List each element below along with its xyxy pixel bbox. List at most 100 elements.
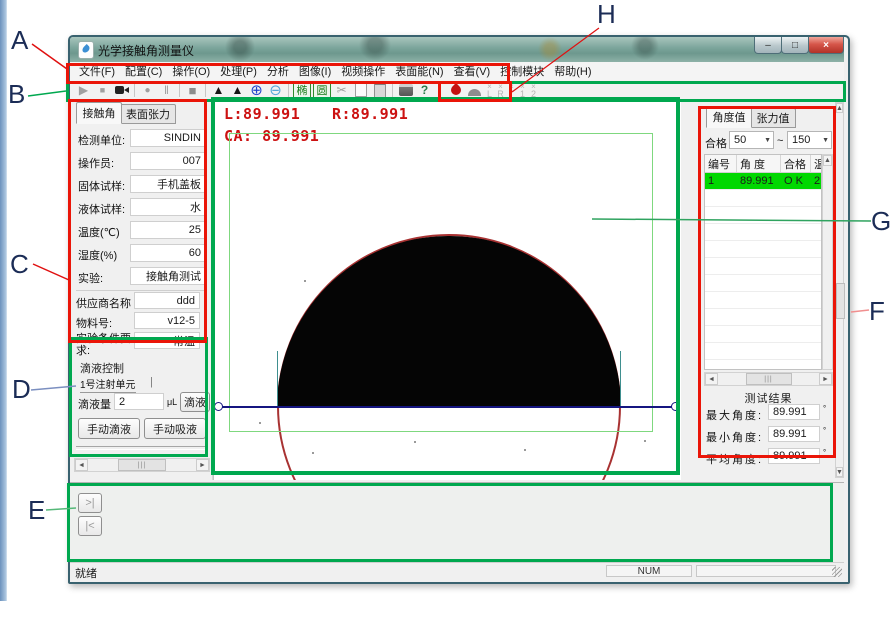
menu-operate[interactable]: 操作(O) [167,63,215,79]
field-label: 湿度(%) [78,247,117,263]
to-start-button[interactable]: |< [78,516,102,536]
pass-min-select[interactable]: 50 ▼ [729,131,774,149]
play-icon[interactable]: ▶ [74,82,93,99]
circle-fit-tool[interactable]: 圆 [313,81,331,99]
angle-left-tool-icon[interactable]: ×L [484,83,495,98]
menu-help[interactable]: 帮助(H) [549,63,596,79]
tab-injection-unit-1[interactable]: 1号注射单元 [80,376,136,393]
table-hscrollbar[interactable]: ◄ ||| ► [704,372,833,386]
scroll-up-icon[interactable]: ▲ [823,155,832,166]
menu-config[interactable]: 配置(C) [120,63,167,79]
angle-tool-2-icon[interactable]: ×2 [528,83,539,98]
desktop-edge-strip [0,0,7,601]
supplier-field[interactable]: ddd [134,292,200,309]
pass-range-label: 合格 [705,135,727,151]
scroll-down-icon[interactable]: ▼ [836,467,843,477]
menu-analysis[interactable]: 分析 [262,63,294,79]
angle-right-tool-icon[interactable]: ×R [495,83,506,98]
bottom-log-panel: >| |< [70,482,844,563]
angle-table[interactable]: 编号 角 度 合格 温 1 89.991 O K 2 [704,154,822,370]
manual-suck-button[interactable]: 手动吸液 [144,418,206,439]
baseline-handle-left[interactable] [214,402,223,411]
close-button[interactable]: × [808,37,844,54]
pause-icon[interactable]: ‖ [157,82,176,99]
copy-icon[interactable] [351,82,370,99]
drop-shape-alt-icon[interactable]: ▲ [228,82,247,99]
camera-icon[interactable] [112,82,131,99]
drop-shape-icon[interactable]: ▲ [209,82,228,99]
maximize-button[interactable]: □ [781,37,809,54]
tab-surface-tension[interactable]: 表面张力 [120,104,176,124]
toolbar-separator [134,83,135,97]
cut-icon[interactable]: ✂ [332,82,351,99]
zoom-out-icon[interactable]: ⊖ [266,82,285,99]
drop-button[interactable]: 滴液 [180,392,210,412]
menu-view[interactable]: 查看(V) [449,63,496,79]
scroll-thumb[interactable]: ||| [746,373,792,385]
scroll-left-icon[interactable]: ◄ [75,459,88,471]
liquid-sample-field[interactable]: 水 [130,198,206,216]
menu-surface-energy[interactable]: 表面能(N) [390,63,448,79]
scroll-right-icon[interactable]: ► [196,459,209,471]
scroll-thumb[interactable] [836,283,845,319]
zoom-in-icon[interactable]: ⊕ [247,82,266,99]
tab-tension-values[interactable]: 张力值 [750,108,796,128]
material-no-field[interactable]: v12-5 [134,312,200,329]
minimize-button[interactable]: – [754,37,782,54]
operator-field[interactable]: 007 [130,152,206,170]
min-angle-value: 89.991 [768,426,820,442]
angle-tool-1-icon[interactable]: ×1 [517,83,528,98]
dispense-drop-icon[interactable] [446,82,465,99]
table-row [705,326,821,343]
table-row[interactable]: 1 89.991 O K 2 [705,173,821,190]
to-end-button[interactable]: >| [78,493,102,513]
menu-file[interactable]: 文件(F) [74,63,120,79]
solid-sample-field[interactable]: 手机盖板 [130,175,206,193]
tab-contact-angle[interactable]: 接触角 [76,102,122,124]
baseline[interactable] [219,406,677,408]
menu-process[interactable]: 处理(P) [215,63,262,79]
baseline-handle-right[interactable] [671,402,680,411]
contact-point-marker-right [620,351,621,407]
print-icon[interactable] [396,82,415,99]
record-icon[interactable]: ● [138,82,157,99]
angle-top-tool-icon[interactable]: ×T [506,83,517,98]
table-vscrollbar[interactable]: ▲ [822,154,833,370]
manual-drop-button[interactable]: 手动滴液 [78,418,140,439]
humidity-field[interactable]: 60 [130,244,206,262]
ellipse-fit-tool[interactable]: 椭 [293,81,311,99]
table-row [705,258,821,275]
paste-icon[interactable] [370,82,389,99]
scroll-right-icon[interactable]: ► [819,373,832,385]
experiment-field[interactable]: 接触角测试 [130,267,206,285]
drop-image-view[interactable]: L:89.991 R:89.991 CA: 89.991 [213,100,681,480]
table-row [705,224,821,241]
field-label: 实验条件要求: [76,333,132,357]
scroll-left-icon[interactable]: ◄ [705,373,718,385]
menu-image[interactable]: 图像(I) [294,63,336,79]
temperature-field[interactable]: 25 [130,221,206,239]
stop-capture-icon[interactable]: ■ [183,82,202,99]
help-icon[interactable]: ? [415,82,434,99]
scroll-up-icon[interactable]: ▲ [836,103,843,113]
resize-grip-icon[interactable] [832,567,842,577]
max-angle-value: 89.991 [768,404,820,420]
window-vscrollbar[interactable]: ▲ ▼ [835,102,844,478]
roi-rectangle[interactable] [229,133,653,432]
tab-angle-values[interactable]: 角度值 [706,106,752,128]
stop-icon[interactable]: ■ [93,82,112,99]
condition-field[interactable]: 常温 [134,332,200,349]
annotation-letter-f: F [869,297,885,325]
titlebar[interactable]: 光学接触角测量仪 – □ × [70,37,844,62]
menu-control-module[interactable]: 控制模块 [495,63,549,79]
pass-max-select[interactable]: 150 ▼ [787,131,832,149]
screenshot-root: 光学接触角测量仪 – □ × 文件(F) 配置(C) 操作(O) 处理(P) 分… [0,0,894,617]
field-label: 物料号: [76,315,112,331]
sessile-drop-icon[interactable] [465,82,484,99]
menu-video[interactable]: 视频操作 [336,63,390,79]
left-panel-hscrollbar[interactable]: ◄ ||| ► [74,458,210,472]
scroll-thumb[interactable]: ||| [118,459,166,471]
drop-volume-input[interactable]: 2 [114,393,164,410]
unit-field[interactable]: SINDIN [130,129,206,147]
range-tilde: ~ [777,135,783,147]
